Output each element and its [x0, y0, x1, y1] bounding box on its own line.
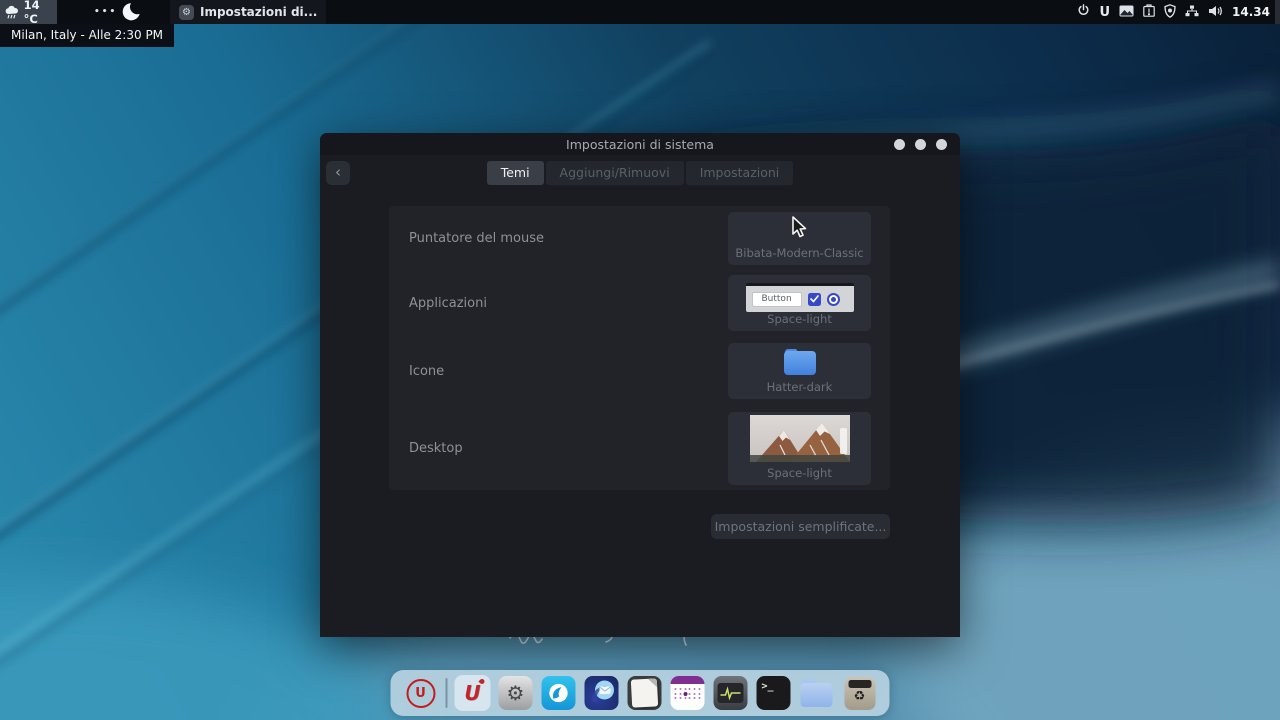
system-monitor-icon [714, 676, 748, 710]
window-titlebar[interactable]: Impostazioni di sistema [320, 133, 960, 155]
row-label: Applicazioni [409, 296, 487, 311]
row-applications: Applicazioni Button Space-light [389, 270, 890, 336]
cursor-theme-name: Bibata-Modern-Classic [735, 246, 863, 260]
gtk-theme-picker[interactable]: Button Space-light [728, 275, 871, 331]
dock-icon-mail[interactable] [584, 675, 620, 711]
window-control-button[interactable] [915, 139, 926, 150]
preview-checkbox [808, 293, 821, 306]
mail-icon [585, 676, 619, 710]
document-icon [628, 676, 662, 710]
top-panel: 14 °C ••• ⚙ Impostazioni di... U [0, 0, 1280, 24]
volume-icon[interactable] [1208, 5, 1223, 20]
cursor-arrow-icon [790, 215, 808, 243]
row-desktop: Desktop [389, 406, 890, 490]
panel-overflow-menu[interactable]: ••• [94, 0, 117, 24]
window-control-button[interactable] [936, 139, 947, 150]
terminal-icon: >_ [757, 676, 791, 710]
weather-temperature: 14 °C [24, 0, 57, 26]
weather-applet[interactable]: 14 °C [0, 0, 57, 24]
icon-theme-picker[interactable]: Hatter-dark [728, 343, 871, 399]
dock-icon-calendar[interactable] [670, 675, 706, 711]
desktop-theme-name: Space-light [767, 466, 832, 480]
files-folder-icon [801, 679, 833, 707]
widget-theme-preview: Button [746, 283, 854, 312]
power-icon[interactable] [1077, 4, 1090, 20]
settings-window: Impostazioni di sistema ‹ Temi Aggiungi/… [320, 133, 960, 637]
gear-icon: ⚙ [499, 676, 533, 710]
dock-icon-unity-app[interactable]: U [455, 675, 491, 711]
row-label: Icone [409, 364, 444, 379]
wallpaper-changer-icon[interactable] [1119, 5, 1134, 20]
icon-theme-name: Hatter-dark [767, 380, 833, 394]
gear-icon: ⚙ [179, 5, 194, 20]
night-light-icon[interactable] [122, 1, 143, 25]
dock-icon-terminal[interactable]: >_ [756, 675, 792, 711]
network-icon[interactable] [1185, 5, 1199, 20]
preview-button: Button [752, 292, 802, 307]
tab-aggiungi-rimuovi[interactable]: Aggiungi/Rimuovi [546, 161, 684, 185]
dock: U U ⚙ [391, 670, 890, 716]
row-icons: Icone Hatter-dark [389, 336, 890, 406]
unity-swoosh-icon: U [464, 681, 480, 705]
tab-impostazioni[interactable]: Impostazioni [686, 161, 794, 185]
row-mouse-pointer: Puntatore del mouse Bibata-Modern-Classi… [389, 206, 890, 270]
calendar-icon [671, 676, 705, 710]
gtk-theme-name: Space-light [767, 312, 832, 326]
clock[interactable]: 14.34 [1232, 5, 1270, 19]
folder-icon [782, 346, 818, 380]
dock-separator [446, 678, 448, 708]
row-label: Desktop [409, 441, 463, 456]
dock-icon-browser[interactable] [541, 675, 577, 711]
rain-cloud-icon [4, 5, 20, 19]
weather-tooltip: Milan, Italy - Alle 2:30 PM [0, 24, 174, 47]
package-updates-icon[interactable] [1143, 4, 1155, 20]
dock-icon-settings[interactable]: ⚙ [498, 675, 534, 711]
preview-radio [827, 293, 840, 306]
window-title: Impostazioni di sistema [320, 133, 960, 156]
dock-icon-text-editor[interactable] [627, 675, 663, 711]
show-desktop-button[interactable] [1275, 0, 1280, 24]
security-shield-icon[interactable] [1164, 4, 1176, 21]
unity-ring-icon: U [406, 679, 435, 708]
dock-icon-trash[interactable]: ♻ [842, 675, 878, 711]
unity-logo-icon[interactable]: U [1099, 5, 1110, 20]
desktop: 14 °C ••• ⚙ Impostazioni di... U [0, 0, 1280, 720]
system-tray: U [1077, 0, 1270, 24]
cursor-theme-picker[interactable]: Bibata-Modern-Classic [728, 212, 871, 265]
dock-icon-files[interactable] [799, 675, 835, 711]
taskbar-window-label: Impostazioni di... [200, 5, 317, 19]
dock-icon-unity-launcher[interactable]: U [403, 675, 439, 711]
window-controls [894, 139, 947, 150]
trash-icon: ♻ [844, 677, 875, 710]
tab-bar: ‹ Temi Aggiungi/Rimuovi Impostazioni [320, 155, 960, 193]
themes-card: Puntatore del mouse Bibata-Modern-Classi… [389, 206, 890, 490]
dock-icon-system-monitor[interactable] [713, 675, 749, 711]
simplified-settings-button[interactable]: Impostazioni semplificate... [711, 514, 890, 539]
tab-temi[interactable]: Temi [487, 161, 544, 185]
window-control-button[interactable] [894, 139, 905, 150]
desktop-theme-picker[interactable]: Space-light [728, 412, 871, 485]
browser-icon [542, 676, 576, 710]
row-label: Puntatore del mouse [409, 231, 544, 246]
taskbar-window-button[interactable]: ⚙ Impostazioni di... [170, 0, 326, 24]
wallpaper-thumbnail [750, 415, 850, 466]
